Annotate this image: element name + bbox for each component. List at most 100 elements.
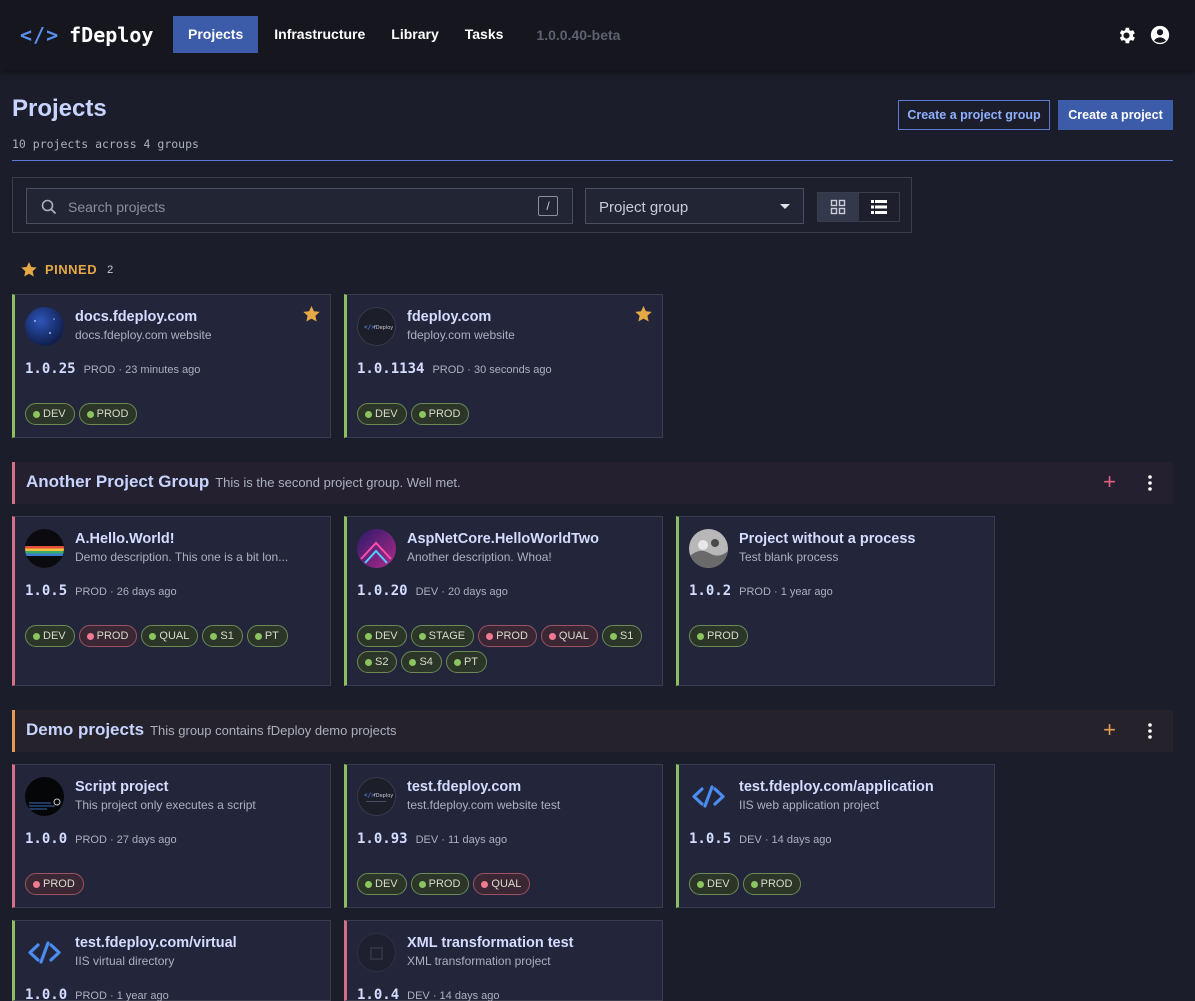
project-card[interactable]: Script project This project only execute… bbox=[12, 764, 331, 908]
add-project-icon[interactable]: + bbox=[1103, 719, 1116, 741]
brand-logo[interactable]: </> fDeploy bbox=[20, 20, 153, 50]
project-card[interactable]: test.fdeploy.com/virtual IIS virtual dir… bbox=[12, 920, 331, 1001]
nav-projects[interactable]: Projects bbox=[173, 16, 259, 53]
project-description: Another description. Whoa! bbox=[407, 550, 552, 564]
project-avatar: </> fDeploy bbox=[357, 307, 396, 346]
environment-tag[interactable]: S2 bbox=[357, 651, 398, 673]
create-project-group-button[interactable]: Create a project group bbox=[898, 100, 1050, 130]
environment-tag[interactable]: S1 bbox=[202, 625, 243, 647]
deployment-meta: PROD · 1 year ago bbox=[739, 586, 833, 598]
environment-tag[interactable]: PROD bbox=[78, 625, 138, 647]
environment-tag[interactable]: DEV bbox=[25, 625, 75, 647]
svg-text:fDeploy: fDeploy bbox=[374, 325, 393, 331]
project-description: Demo description. This one is a bit lon.… bbox=[75, 550, 289, 564]
project-title[interactable]: test.fdeploy.com/virtual bbox=[75, 935, 237, 951]
code-icon bbox=[689, 777, 728, 816]
more-vert-icon[interactable] bbox=[1148, 475, 1152, 496]
environment-tag[interactable]: QUAL bbox=[141, 625, 199, 647]
search-placeholder: Search projects bbox=[68, 199, 166, 215]
environment-tag[interactable]: PT bbox=[445, 651, 487, 673]
project-title[interactable]: Project without a process bbox=[739, 531, 915, 547]
project-title[interactable]: AspNetCore.HelloWorldTwo bbox=[407, 531, 599, 547]
code-icon: </> bbox=[20, 23, 60, 47]
star-icon[interactable] bbox=[303, 306, 320, 327]
add-project-icon[interactable]: + bbox=[1103, 471, 1116, 493]
project-card[interactable]: XML transformation test XML transformati… bbox=[344, 920, 663, 1001]
project-title[interactable]: XML transformation test bbox=[407, 935, 574, 951]
deployment-meta: PROD · 30 seconds ago bbox=[432, 364, 552, 376]
search-input[interactable]: Search projects / bbox=[26, 188, 573, 224]
group-description: This is the second project group. Well m… bbox=[215, 475, 461, 490]
header-divider bbox=[12, 160, 1173, 161]
project-avatar bbox=[689, 529, 728, 568]
project-card[interactable]: </> fDeploy fdeploy.com fdeploy.com websi… bbox=[344, 294, 663, 438]
environment-tag[interactable]: PT bbox=[246, 625, 288, 647]
environment-tag[interactable]: DEV bbox=[357, 625, 407, 647]
environment-tag[interactable]: DEV bbox=[357, 873, 407, 895]
project-version: 1.0.0 bbox=[25, 831, 68, 847]
environment-tag[interactable]: PROD bbox=[478, 625, 537, 647]
top-navbar: </> fDeploy Projects Infrastructure Libr… bbox=[0, 0, 1195, 70]
search-shortcut-key: / bbox=[538, 196, 558, 216]
create-project-button[interactable]: Create a project bbox=[1058, 100, 1173, 130]
project-version: 1.0.2 bbox=[689, 583, 732, 599]
deployment-meta: DEV · 11 days ago bbox=[415, 834, 508, 846]
more-vert-icon[interactable] bbox=[1148, 723, 1152, 744]
project-group-select[interactable]: Project group bbox=[585, 188, 804, 224]
environment-tag[interactable]: PROD bbox=[410, 403, 470, 425]
grid-icon bbox=[831, 199, 846, 215]
project-card[interactable]: Project without a process Test blank pro… bbox=[676, 516, 995, 686]
project-title[interactable]: docs.fdeploy.com bbox=[75, 309, 197, 325]
environment-tag[interactable]: S4 bbox=[401, 651, 442, 673]
project-card[interactable]: AspNetCore.HelloWorldTwo Another descrip… bbox=[344, 516, 663, 686]
deployment-meta: PROD · 1 year ago bbox=[75, 990, 169, 1001]
page-title: Projects bbox=[12, 95, 107, 122]
star-icon bbox=[21, 262, 37, 277]
filter-bar: Search projects / Project group bbox=[12, 177, 912, 233]
gear-icon[interactable] bbox=[1116, 25, 1137, 46]
grid-view-button[interactable] bbox=[818, 193, 859, 221]
project-avatar bbox=[357, 933, 396, 972]
project-card[interactable]: </> fDeploy test.fdeploy.com test.fdeploy… bbox=[344, 764, 663, 908]
environment-tag[interactable]: S1 bbox=[601, 625, 643, 647]
project-version: 1.0.4 bbox=[357, 987, 400, 1001]
environment-tag[interactable]: QUAL bbox=[473, 873, 531, 895]
nav-tasks[interactable]: Tasks bbox=[452, 16, 517, 53]
project-group-select-value: Project group bbox=[599, 199, 689, 216]
project-title[interactable]: test.fdeploy.com/application bbox=[739, 779, 934, 795]
main-nav: Projects Infrastructure Library Tasks 1.… bbox=[173, 16, 620, 53]
account-icon[interactable] bbox=[1149, 24, 1171, 46]
svg-text:fDeploy: fDeploy bbox=[374, 793, 393, 799]
project-title[interactable]: A.Hello.World! bbox=[75, 531, 175, 547]
environment-tag[interactable]: PROD bbox=[410, 873, 470, 895]
environment-tag[interactable]: QUAL bbox=[540, 625, 598, 647]
group-name[interactable]: Another Project Group bbox=[26, 472, 209, 491]
environment-tag[interactable]: PROD bbox=[742, 873, 802, 895]
star-icon[interactable] bbox=[635, 306, 652, 327]
project-title[interactable]: Script project bbox=[75, 779, 168, 795]
project-avatar bbox=[25, 529, 64, 568]
environment-tag[interactable]: STAGE bbox=[410, 625, 475, 647]
project-card[interactable]: A.Hello.World! Demo description. This on… bbox=[12, 516, 331, 686]
environment-tag[interactable]: PROD bbox=[78, 403, 138, 425]
page-subtitle: 10 projects across 4 groups bbox=[12, 137, 199, 151]
list-view-button[interactable] bbox=[859, 193, 900, 221]
deployment-meta: DEV · 14 days ago bbox=[739, 834, 832, 846]
project-title[interactable]: test.fdeploy.com bbox=[407, 779, 521, 795]
group-name[interactable]: Demo projects bbox=[26, 720, 144, 739]
project-title[interactable]: fdeploy.com bbox=[407, 309, 491, 325]
environment-tag[interactable]: PROD bbox=[689, 625, 748, 647]
environment-tag[interactable]: DEV bbox=[357, 403, 407, 425]
environment-tag[interactable]: DEV bbox=[689, 873, 739, 895]
deployment-meta: PROD · 27 days ago bbox=[75, 834, 177, 846]
environment-tag[interactable]: DEV bbox=[25, 403, 75, 425]
nav-library[interactable]: Library bbox=[378, 16, 451, 53]
project-card[interactable]: test.fdeploy.com/application IIS web app… bbox=[676, 764, 995, 908]
deployment-meta: PROD · 26 days ago bbox=[75, 586, 177, 598]
nav-infrastructure[interactable]: Infrastructure bbox=[261, 16, 378, 53]
project-description: IIS web application project bbox=[739, 798, 880, 812]
project-description: fdeploy.com website bbox=[407, 328, 515, 342]
environment-tag[interactable]: PROD bbox=[25, 873, 84, 895]
project-card[interactable]: docs.fdeploy.com docs.fdeploy.com websit… bbox=[12, 294, 331, 438]
pinned-section-label: PINNED 2 bbox=[21, 262, 113, 277]
